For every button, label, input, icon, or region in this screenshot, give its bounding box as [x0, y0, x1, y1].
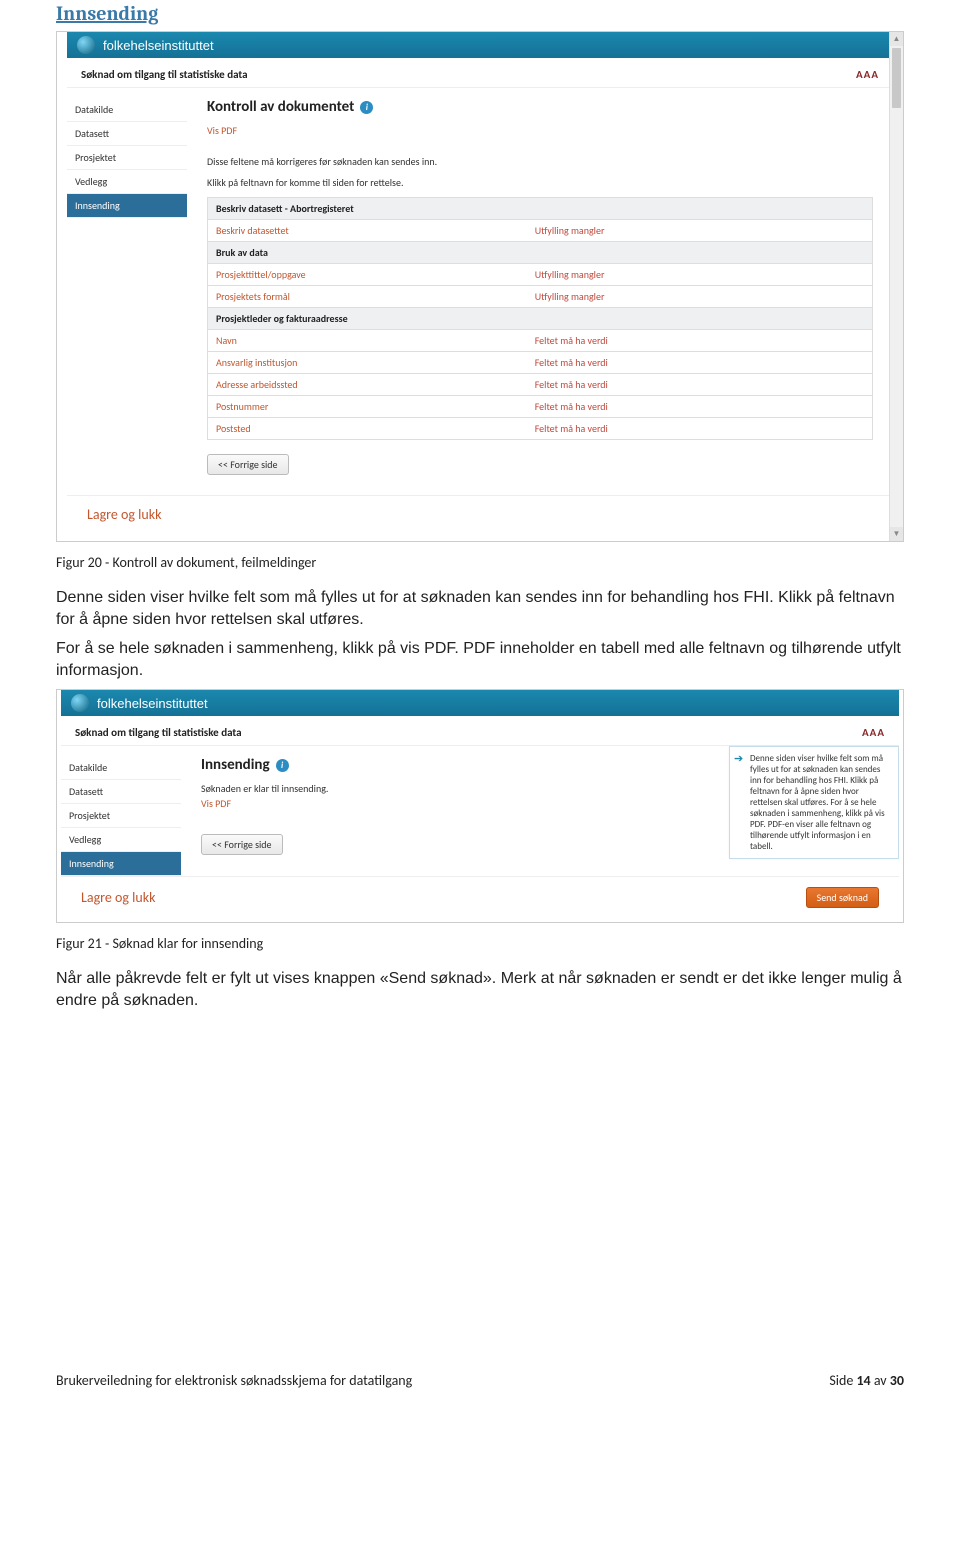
main-content: Innsending i Søknaden er klar til innsen… — [181, 746, 899, 876]
footer-doc-title: Brukerveiledning for elektronisk søknads… — [56, 1372, 412, 1389]
page-footer: Brukerveiledning for elektronisk søknads… — [56, 1372, 904, 1389]
validation-row: PoststedFeltet må ha verdi — [208, 418, 872, 440]
validation-field-link[interactable]: Poststed — [208, 418, 527, 439]
validation-error-message: Feltet må ha verdi — [527, 374, 872, 395]
validation-row: Ansvarlig institusjonFeltet må ha verdi — [208, 352, 872, 374]
text-size-control[interactable]: AAA — [856, 68, 879, 81]
prev-page-button[interactable]: << Forrige side — [201, 834, 283, 855]
validation-row: Adresse arbeidsstedFeltet må ha verdi — [208, 374, 872, 396]
sidebar-item-datasett[interactable]: Datasett — [67, 122, 187, 146]
section-title: Innsending — [56, 2, 904, 25]
validation-row: Prosjekttittel/oppgaveUtfylling mangler — [208, 264, 872, 286]
page-breadcrumb: Søknad om tilgang til statistiske data — [81, 68, 248, 81]
validation-section-header: Prosjektleder og fakturaadresse — [208, 308, 872, 330]
body-paragraph: For å se hele søknaden i sammenheng, kli… — [56, 638, 904, 681]
validation-field-link[interactable]: Beskriv datasettet — [208, 220, 527, 241]
body-paragraph: Denne siden viser hvilke felt som må fyl… — [56, 587, 904, 630]
figure-caption: Figur 21 - Søknad klar for innsending — [56, 935, 904, 952]
figure-20-screenshot: folkehelseinstituttet Søknad om tilgang … — [56, 31, 904, 542]
validation-row: Prosjektets formålUtfylling mangler — [208, 286, 872, 308]
arrow-right-icon: ➔ — [734, 752, 743, 765]
validation-error-message: Feltet må ha verdi — [527, 418, 872, 439]
validation-section-header: Bruk av data — [208, 242, 872, 264]
page-breadcrumb: Søknad om tilgang til statistiske data — [75, 726, 242, 739]
tooltip-text: Denne siden viser hvilke felt som må fyl… — [750, 753, 885, 852]
footer-page-number: Side 14 av 30 — [829, 1372, 904, 1389]
help-tooltip: ➔ Denne siden viser hvilke felt som må f… — [729, 746, 899, 859]
validation-field-link[interactable]: Navn — [208, 330, 527, 351]
ready-text: Søknaden er klar til innsending. — [201, 782, 699, 795]
logo-icon — [71, 694, 89, 712]
app-header: folkehelseinstituttet — [67, 32, 893, 58]
text-size-control[interactable]: AAA — [862, 726, 885, 739]
sidebar-item-datakilde[interactable]: Datakilde — [67, 98, 187, 122]
scroll-up-icon[interactable]: ▲ — [890, 32, 903, 46]
scroll-down-icon[interactable]: ▼ — [890, 527, 903, 541]
breadcrumb-bar: Søknad om tilgang til statistiske data A… — [67, 58, 893, 88]
view-pdf-link[interactable]: Vis PDF — [207, 124, 237, 137]
validation-row: Beskriv datasettetUtfylling mangler — [208, 220, 872, 242]
sidebar-item-prosjektet[interactable]: Prosjektet — [67, 146, 187, 170]
send-application-button[interactable]: Send søknad — [806, 887, 879, 908]
validation-error-message: Feltet må ha verdi — [527, 396, 872, 417]
sidebar-item-prosjektet[interactable]: Prosjektet — [61, 804, 181, 828]
validation-section-header: Beskriv datasett - Abortregisteret — [208, 198, 872, 220]
validation-error-message: Utfylling mangler — [527, 220, 872, 241]
page-heading: Innsending — [201, 756, 270, 774]
logo-icon — [77, 36, 95, 54]
info-icon[interactable]: i — [360, 101, 373, 114]
save-close-link[interactable]: Lagre og lukk — [81, 889, 155, 906]
app-header: folkehelseinstituttet — [61, 690, 899, 716]
view-pdf-link[interactable]: Vis PDF — [201, 797, 231, 810]
validation-field-link[interactable]: Adresse arbeidssted — [208, 374, 527, 395]
main-content: Kontroll av dokumentet i Vis PDF Disse f… — [187, 88, 893, 495]
save-close-link[interactable]: Lagre og lukk — [87, 506, 161, 523]
sidebar: DatakildeDatasettProsjektetVedleggInnsen… — [67, 88, 187, 495]
body-paragraph: Når alle påkrevde felt er fylt ut vises … — [56, 968, 904, 1011]
validation-error-message: Feltet må ha verdi — [527, 330, 872, 351]
validation-error-message: Utfylling mangler — [527, 264, 872, 285]
sidebar-item-innsending[interactable]: Innsending — [67, 194, 187, 218]
figure-21-screenshot: folkehelseinstituttet Søknad om tilgang … — [56, 689, 904, 923]
note-text: Klikk på feltnavn for komme til siden fo… — [207, 176, 873, 189]
validation-field-link[interactable]: Postnummer — [208, 396, 527, 417]
note-text: Disse feltene må korrigeres før søknaden… — [207, 155, 873, 168]
validation-table: Beskriv datasett - AbortregisteretBeskri… — [207, 197, 873, 440]
validation-field-link[interactable]: Prosjektets formål — [208, 286, 527, 307]
breadcrumb-bar: Søknad om tilgang til statistiske data A… — [61, 716, 899, 746]
sidebar: DatakildeDatasettProsjektetVedleggInnsen… — [61, 746, 181, 876]
figure-caption: Figur 20 - Kontroll av dokument, feilmel… — [56, 554, 904, 571]
sidebar-item-vedlegg[interactable]: Vedlegg — [61, 828, 181, 852]
sidebar-item-datakilde[interactable]: Datakilde — [61, 756, 181, 780]
validation-field-link[interactable]: Ansvarlig institusjon — [208, 352, 527, 373]
validation-error-message: Feltet må ha verdi — [527, 352, 872, 373]
brand-name: folkehelseinstituttet — [103, 38, 214, 53]
brand-name: folkehelseinstituttet — [97, 696, 208, 711]
validation-field-link[interactable]: Prosjekttittel/oppgave — [208, 264, 527, 285]
prev-page-button[interactable]: << Forrige side — [207, 454, 289, 475]
info-icon[interactable]: i — [276, 759, 289, 772]
validation-error-message: Utfylling mangler — [527, 286, 872, 307]
sidebar-item-innsending[interactable]: Innsending — [61, 852, 181, 876]
sidebar-item-datasett[interactable]: Datasett — [61, 780, 181, 804]
scrollbar[interactable]: ▲ ▼ — [889, 32, 903, 541]
validation-row: PostnummerFeltet må ha verdi — [208, 396, 872, 418]
page-heading: Kontroll av dokumentet — [207, 98, 354, 116]
sidebar-item-vedlegg[interactable]: Vedlegg — [67, 170, 187, 194]
validation-row: NavnFeltet må ha verdi — [208, 330, 872, 352]
